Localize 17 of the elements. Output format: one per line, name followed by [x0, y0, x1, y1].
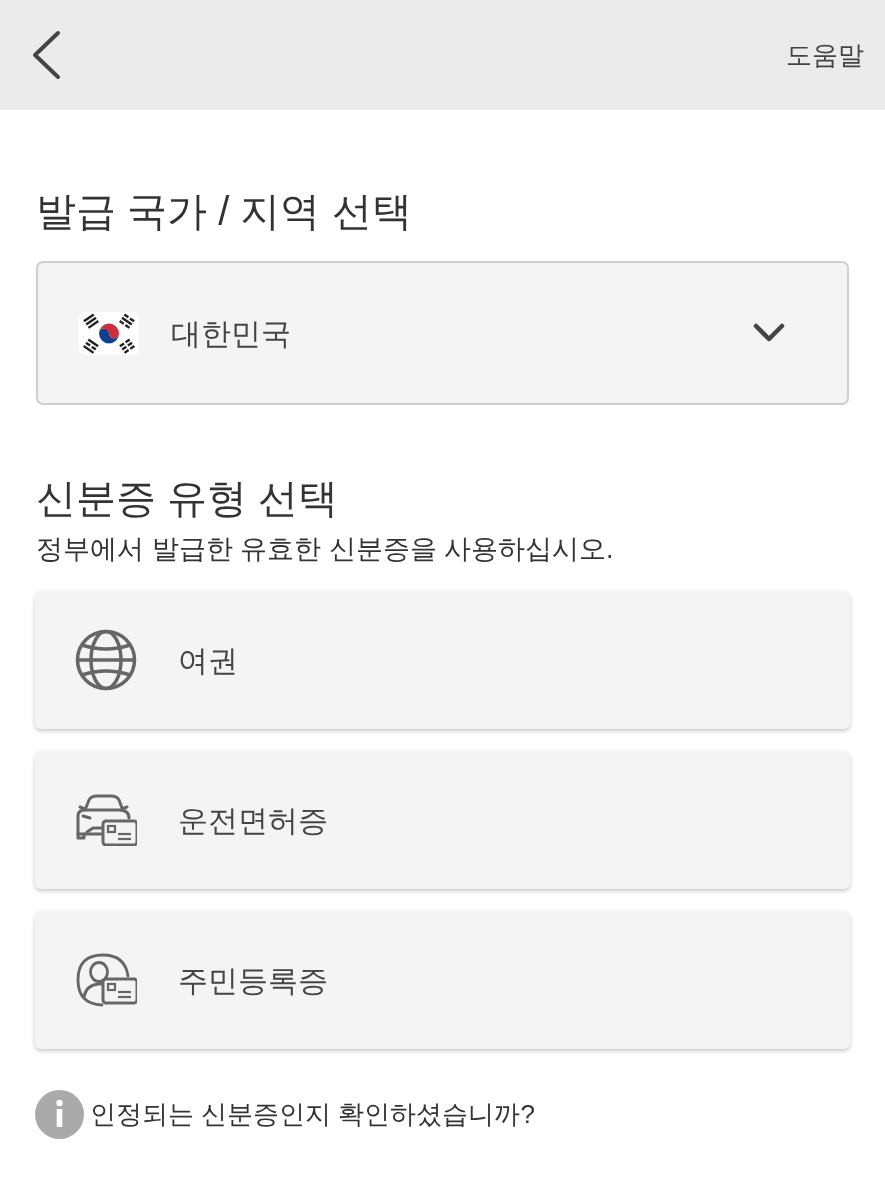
chevron-down-icon — [753, 323, 785, 343]
section-subtitle: 정부에서 발급한 유효한 신분증을 사용하십시오. — [35, 533, 615, 566]
country-dropdown[interactable]: 대한민국 — [36, 261, 849, 405]
id-type-option[interactable]: 여권 — [35, 591, 850, 729]
info-icon — [35, 1090, 84, 1139]
id-type-option[interactable]: 운전면허증 — [35, 751, 850, 889]
person-card-icon — [75, 952, 137, 1008]
globe-icon — [75, 629, 137, 691]
id-type-option[interactable]: 주민등록증 — [35, 911, 850, 1049]
country-value: 대한민국 — [171, 315, 291, 352]
flag-icon — [79, 311, 139, 355]
help-link[interactable]: 도움말 — [786, 35, 864, 75]
section-title: 발급 국가 / 지역 선택 — [35, 188, 413, 235]
section-title: 신분증 유형 선택 — [35, 475, 340, 522]
back-icon[interactable] — [31, 30, 61, 80]
info-text: 인정되는 신분증인지 확인하셨습니까? — [90, 1098, 535, 1131]
car-card-icon — [75, 794, 137, 846]
